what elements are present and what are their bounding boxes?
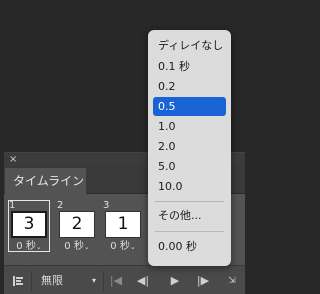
play-button[interactable]: ▶ xyxy=(164,266,186,294)
chevron-down-icon: ⌄ xyxy=(83,243,90,251)
frame-delay-menu: ディレイなし 0.1 秒 0.2 0.5 1.0 2.0 5.0 10.0 その… xyxy=(148,30,231,266)
menu-item-5-0[interactable]: 5.0 xyxy=(153,157,226,176)
menu-item-0-2[interactable]: 0.2 xyxy=(153,77,226,96)
frame-3[interactable]: 3 1 0 秒⌄ xyxy=(102,200,144,252)
frame-thumbnail[interactable]: 3 xyxy=(11,211,47,238)
menu-divider xyxy=(155,231,224,232)
menu-item-0-5[interactable]: 0.5 xyxy=(153,97,226,116)
menu-item-0-1[interactable]: 0.1 秒 xyxy=(153,57,226,76)
menu-item-10-0[interactable]: 10.0 xyxy=(153,177,226,196)
menu-divider xyxy=(155,201,224,202)
chevron-down-icon: ⌄ xyxy=(35,243,42,251)
divider xyxy=(103,271,104,291)
frame-thumbnail[interactable]: 2 xyxy=(59,211,95,238)
menu-item-other[interactable]: その他... xyxy=(153,206,226,225)
frame-delay-selector[interactable]: 0 秒⌄ xyxy=(102,241,144,253)
previous-frame-button[interactable]: ◀| xyxy=(132,266,154,294)
chevron-down-icon: ⌄ xyxy=(129,243,136,251)
menu-item-current-delay[interactable]: 0.00 秒 xyxy=(153,237,226,256)
frame-number: 3 xyxy=(103,200,110,211)
next-frame-button[interactable]: |▶ xyxy=(192,266,214,294)
close-icon[interactable]: × xyxy=(9,153,17,166)
frame-delay-value: 0 秒 xyxy=(16,241,36,252)
frame-number: 1 xyxy=(9,200,16,211)
menu-item-1-0[interactable]: 1.0 xyxy=(153,117,226,136)
first-frame-button[interactable]: |◀ xyxy=(106,266,126,294)
loop-value: 無限 xyxy=(41,274,63,287)
divider xyxy=(31,271,32,291)
loop-options-select[interactable]: 無限 ▾ xyxy=(34,270,100,292)
frame-delay-selector[interactable]: 0 秒⌄ xyxy=(56,241,98,253)
menu-item-2-0[interactable]: 2.0 xyxy=(153,137,226,156)
frame-thumbnail[interactable]: 1 xyxy=(105,211,141,238)
frame-2[interactable]: 2 2 0 秒⌄ xyxy=(56,200,98,252)
tween-button[interactable]: ⇲ xyxy=(222,266,242,294)
frame-delay-value: 0 秒 xyxy=(110,241,130,252)
convert-timeline-button[interactable] xyxy=(8,266,28,294)
playback-controls: 無限 ▾ |◀ ◀| ▶ |▶ ⇲ xyxy=(4,265,245,294)
menu-item-no-delay[interactable]: ディレイなし xyxy=(153,36,226,55)
frame-1[interactable]: 1 3 0 秒⌄ xyxy=(8,200,50,252)
frame-number: 2 xyxy=(57,200,64,211)
chevron-down-icon: ▾ xyxy=(91,276,96,285)
frame-delay-value: 0 秒 xyxy=(64,241,84,252)
tab-timeline[interactable]: タイムライン xyxy=(5,168,86,194)
timeline-convert-icon xyxy=(13,276,23,286)
frame-delay-selector[interactable]: 0 秒⌄ xyxy=(8,241,50,253)
